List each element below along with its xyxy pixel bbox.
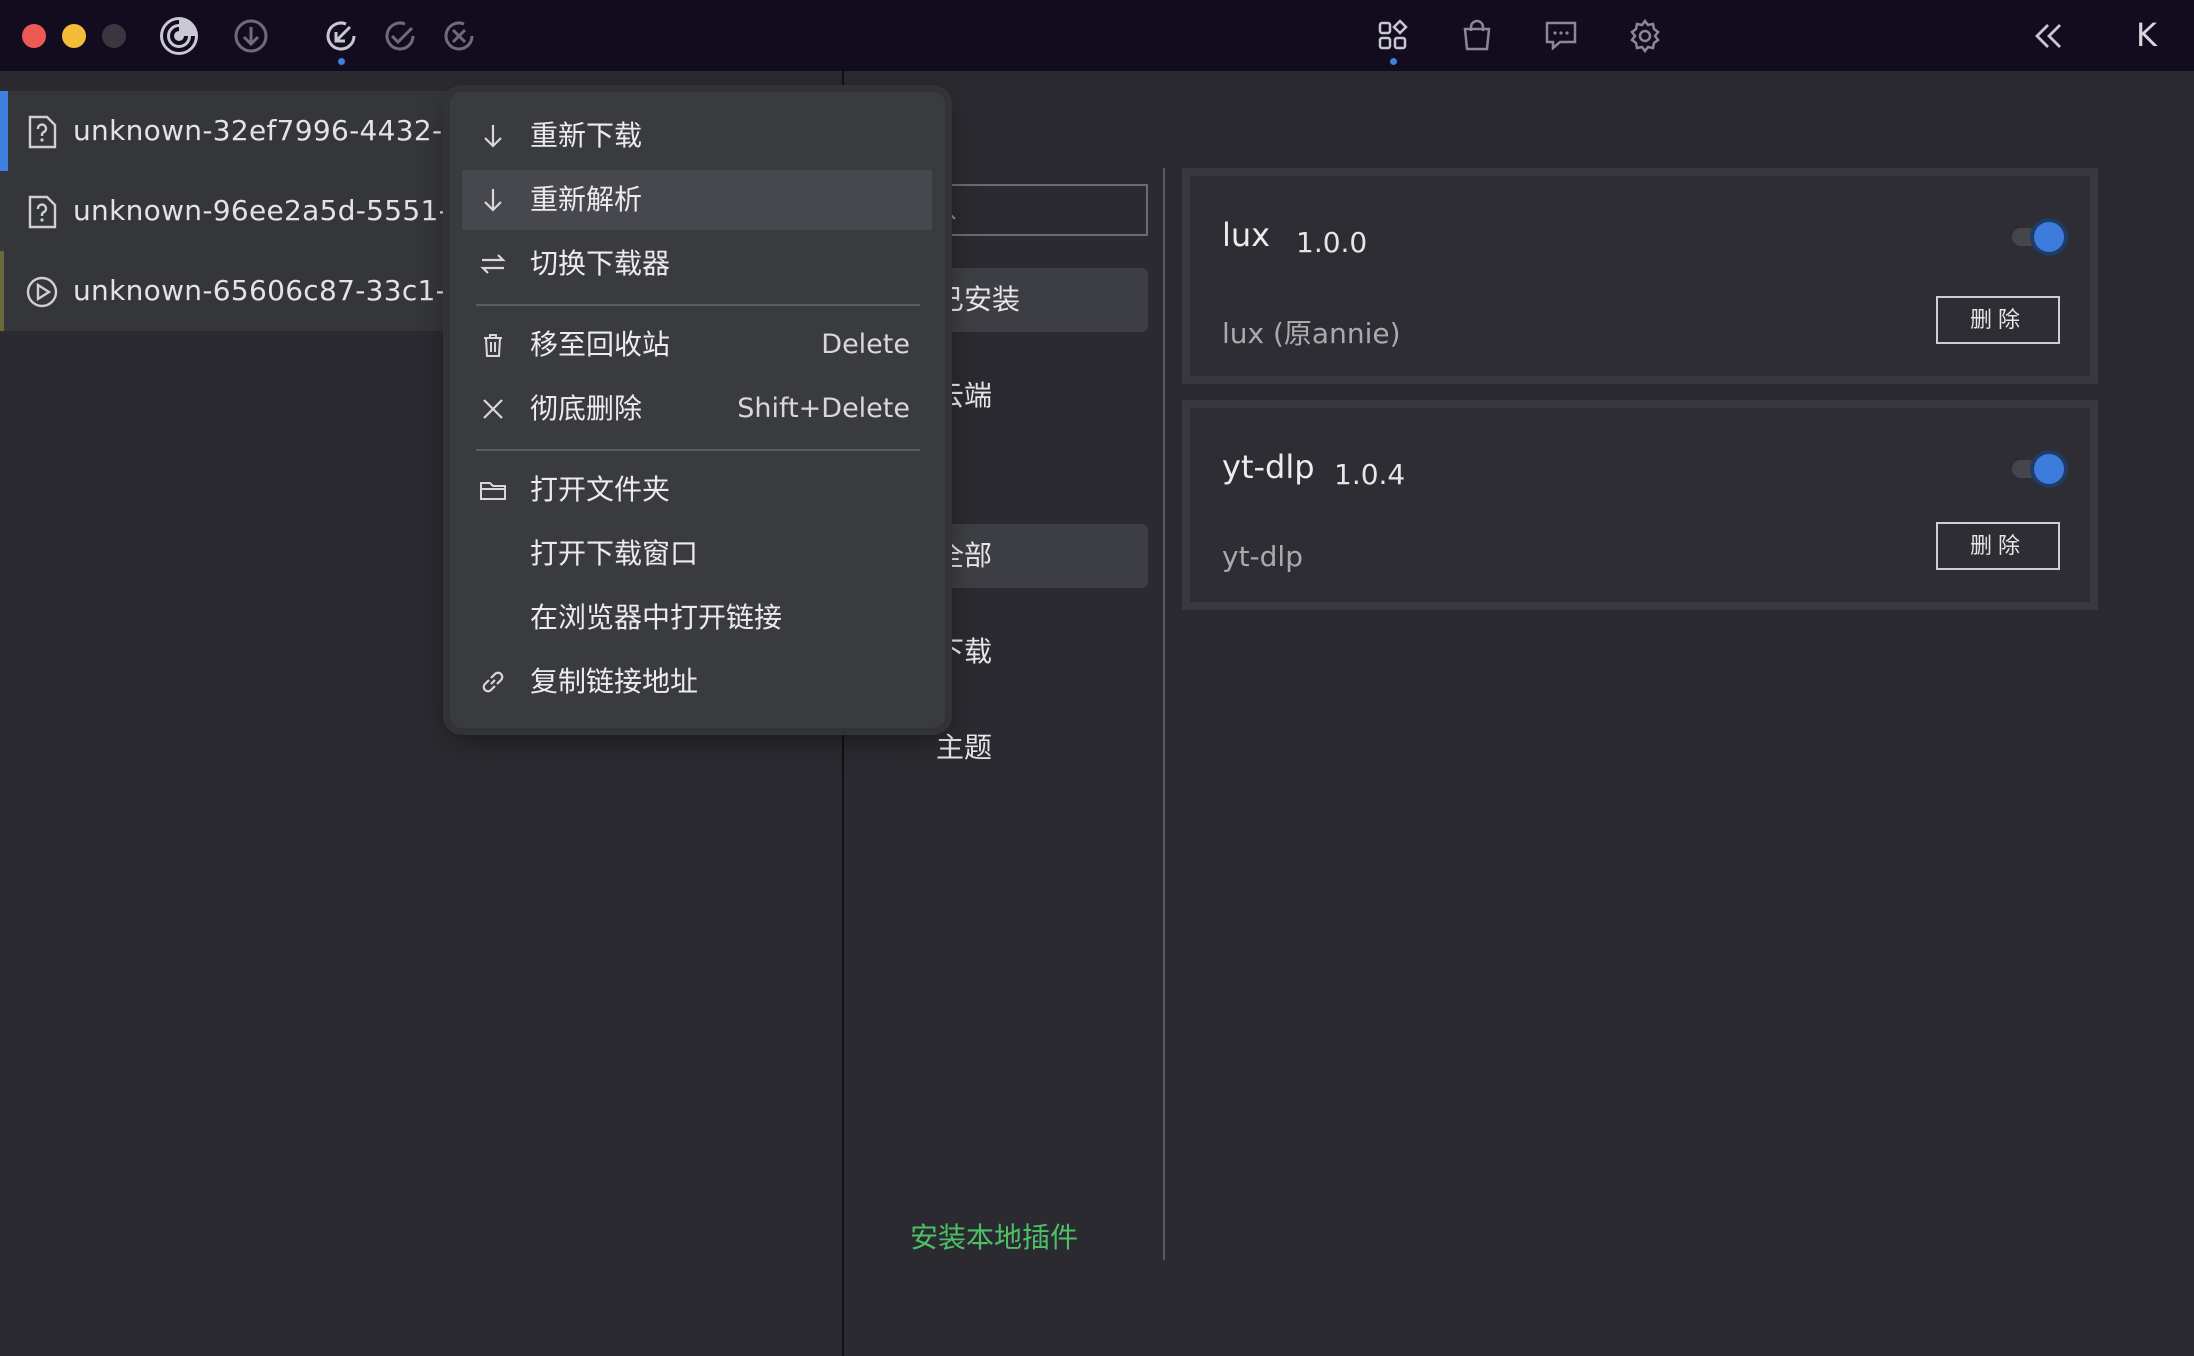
menu-shortcut: Shift+Delete (737, 393, 910, 424)
store-bag-icon[interactable] (1454, 13, 1500, 59)
menu-item-open-in-browser[interactable]: 在浏览器中打开链接 (462, 588, 932, 648)
download-file-name: unknown-32ef7996-4432-4fa (73, 114, 489, 147)
menu-item-move-to-trash[interactable]: 移至回收站 Delete (462, 315, 932, 375)
brand-letter[interactable]: K (2136, 14, 2157, 56)
active-tab-indicator (338, 58, 345, 65)
menu-item-reparse[interactable]: 重新解析 (462, 170, 932, 230)
play-circle-icon (26, 275, 58, 309)
plugin-card: lux 1.0.0 lux (原annie) 删除 (1182, 168, 2098, 384)
plugin-description: yt-dlp (1222, 540, 1303, 573)
double-chevron-left-icon[interactable] (2026, 13, 2072, 59)
file-question-icon (26, 195, 58, 229)
downloading-icon[interactable] (318, 13, 364, 59)
menu-item-redownload[interactable]: 重新下载 (462, 106, 932, 166)
window-close-button[interactable] (22, 24, 46, 48)
plugin-delete-button[interactable]: 删除 (1936, 522, 2060, 570)
plugin-card: yt-dlp 1.0.4 yt-dlp 删除 (1182, 400, 2098, 610)
plugin-delete-button[interactable]: 删除 (1936, 296, 2060, 344)
link-icon (478, 667, 508, 697)
nav-theme[interactable]: 主题 (930, 716, 1148, 780)
failed-x-icon[interactable] (436, 13, 482, 59)
close-x-icon (478, 394, 508, 424)
context-menu: 重新下载 重新解析 切换下载器 移至回收站 Delete 彻底删除 Shift+… (450, 92, 945, 728)
title-bar: K (0, 0, 2194, 71)
completed-check-icon[interactable] (377, 13, 423, 59)
plugin-version: 1.0.4 (1334, 458, 1406, 491)
plugins-active-indicator (1390, 58, 1397, 65)
nav-installed[interactable]: 已安装 (930, 268, 1148, 332)
download-file-name: unknown-96ee2a5d-5551-44 (73, 194, 486, 227)
menu-item-copy-link[interactable]: 复制链接地址 (462, 652, 932, 712)
window-minimize-button[interactable] (62, 24, 86, 48)
plugin-search-input[interactable] (930, 184, 1148, 236)
selected-accent-bar (0, 91, 8, 171)
plugin-name: lux (1222, 216, 1271, 254)
trash-icon (478, 330, 508, 360)
menu-item-open-folder[interactable]: 打开文件夹 (462, 460, 932, 520)
plugins-grid-icon[interactable] (1370, 13, 1416, 59)
plugin-version: 1.0.0 (1296, 226, 1368, 259)
plugin-description: lux (原annie) (1222, 317, 1401, 350)
menu-separator (476, 449, 920, 451)
plugin-enable-toggle[interactable] (2012, 454, 2064, 484)
nav-cloud[interactable]: 云端 (930, 364, 1148, 428)
status-accent-bar (0, 251, 4, 331)
nav-divider (1163, 168, 1165, 1260)
folder-icon (478, 475, 508, 505)
download-arrow-icon[interactable] (228, 13, 274, 59)
arrow-down-icon (478, 185, 508, 215)
menu-item-delete-permanently[interactable]: 彻底删除 Shift+Delete (462, 379, 932, 439)
window-zoom-button[interactable] (102, 24, 126, 48)
nav-download[interactable]: 下载 (930, 620, 1148, 684)
plugin-enable-toggle[interactable] (2012, 222, 2064, 252)
menu-separator (476, 304, 920, 306)
menu-item-switch-downloader[interactable]: 切换下载器 (462, 234, 932, 294)
download-file-name: unknown-65606c87-33c1-46 (73, 274, 483, 307)
app-logo-icon[interactable] (156, 13, 202, 59)
file-question-icon (26, 115, 58, 149)
menu-item-open-download-window[interactable]: 打开下载窗口 (462, 524, 932, 584)
feedback-chat-icon[interactable] (1538, 13, 1584, 59)
settings-gear-icon[interactable] (1622, 13, 1668, 59)
plugin-name: yt-dlp (1222, 448, 1315, 486)
swap-icon (478, 249, 508, 279)
menu-shortcut: Delete (821, 329, 910, 360)
arrow-down-icon (478, 121, 508, 151)
install-local-plugin-link[interactable]: 安装本地插件 (910, 1216, 1078, 1256)
nav-all[interactable]: 全部 (930, 524, 1148, 588)
